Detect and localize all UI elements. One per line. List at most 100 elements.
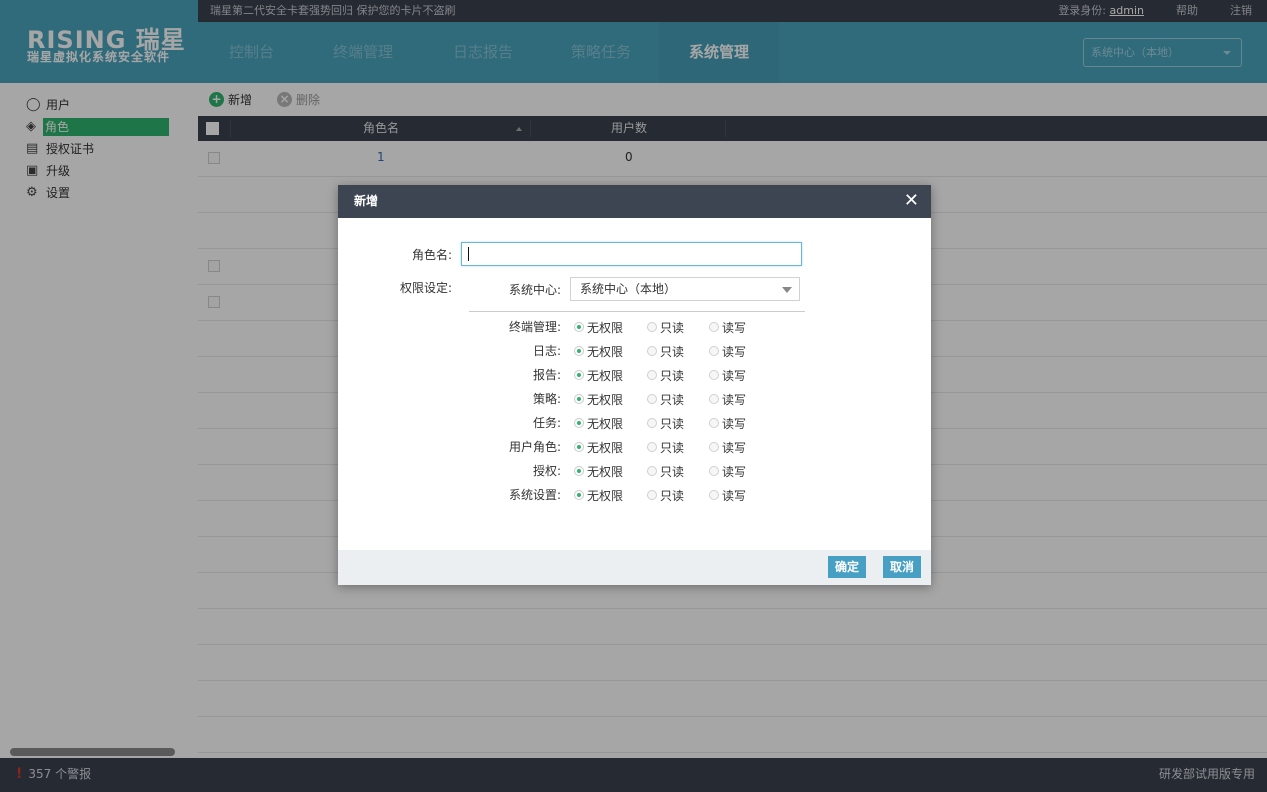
radio-label: 只读 [660, 392, 685, 407]
radio-label: 读写 [722, 320, 747, 335]
radio-label: 无权限 [587, 488, 624, 503]
dialog-footer: 确定 取消 [338, 550, 931, 585]
perm-row-system-settings: 系统设置: 无权限 只读 读写 [338, 486, 931, 504]
radio-label: 无权限 [587, 440, 624, 455]
radio-read[interactable]: 只读 [647, 319, 684, 335]
radio-dot [709, 442, 719, 452]
radio-dot [709, 418, 719, 428]
radio-readwrite[interactable]: 读写 [709, 319, 746, 335]
perm-row-report: 报告: 无权限 只读 读写 [338, 366, 931, 384]
radio-none[interactable]: 无权限 [574, 343, 623, 359]
radio-label: 读写 [722, 368, 747, 383]
radio-dot-checked [574, 370, 584, 380]
perm-label: 授权: [532, 464, 561, 478]
system-center-select[interactable]: 系统中心（本地） [570, 277, 800, 301]
radio-dot-checked [574, 490, 584, 500]
center-label: 系统中心: [508, 283, 561, 297]
perm-row-policy: 策略: 无权限 只读 读写 [338, 390, 931, 408]
radio-read[interactable]: 只读 [647, 487, 684, 503]
close-icon[interactable]: ✕ [904, 189, 919, 213]
dialog-header: 新增 ✕ [338, 185, 931, 218]
radio-dot [647, 394, 657, 404]
radio-dot [647, 370, 657, 380]
radio-dot [647, 418, 657, 428]
chevron-down-icon [782, 287, 792, 293]
radio-readwrite[interactable]: 读写 [709, 439, 746, 455]
radio-readwrite[interactable]: 读写 [709, 415, 746, 431]
radio-label: 读写 [722, 416, 747, 431]
perm-row-user-role: 用户角色: 无权限 只读 读写 [338, 438, 931, 456]
radio-label: 无权限 [587, 416, 624, 431]
divider [469, 311, 805, 312]
radio-dot [647, 490, 657, 500]
radio-label: 读写 [722, 392, 747, 407]
add-role-dialog: 新增 ✕ 角色名: 权限设定: 系统中心: 系统中心（本地） 终端管理: 无权限… [338, 185, 931, 585]
radio-none[interactable]: 无权限 [574, 319, 623, 335]
ok-button[interactable]: 确定 [828, 556, 867, 578]
radio-dot [709, 370, 719, 380]
perm-label: 报告: [532, 368, 561, 382]
radio-dot [647, 442, 657, 452]
radio-dot [709, 490, 719, 500]
system-center-select-value: 系统中心（本地） [580, 282, 677, 296]
radio-label: 读写 [722, 440, 747, 455]
perm-row-terminal: 终端管理: 无权限 只读 读写 [338, 318, 931, 336]
radio-dot [709, 466, 719, 476]
radio-read[interactable]: 只读 [647, 391, 684, 407]
radio-label: 只读 [660, 320, 685, 335]
radio-dot-checked [574, 322, 584, 332]
perm-label: 任务: [532, 416, 561, 430]
perm-row-log: 日志: 无权限 只读 读写 [338, 342, 931, 360]
radio-label: 无权限 [587, 464, 624, 479]
radio-none[interactable]: 无权限 [574, 391, 623, 407]
radio-label: 只读 [660, 344, 685, 359]
radio-dot-checked [574, 418, 584, 428]
radio-read[interactable]: 只读 [647, 439, 684, 455]
perm-label: 日志: [532, 344, 561, 358]
role-name-label: 角色名: [411, 248, 452, 262]
radio-dot [647, 346, 657, 356]
perm-label: 终端管理: [508, 320, 561, 334]
radio-read[interactable]: 只读 [647, 463, 684, 479]
radio-read[interactable]: 只读 [647, 367, 684, 383]
radio-dot [709, 322, 719, 332]
radio-label: 无权限 [587, 344, 624, 359]
radio-readwrite[interactable]: 读写 [709, 487, 746, 503]
radio-dot [647, 466, 657, 476]
perm-row-task: 任务: 无权限 只读 读写 [338, 414, 931, 432]
radio-readwrite[interactable]: 读写 [709, 391, 746, 407]
radio-label: 只读 [660, 368, 685, 383]
radio-label: 读写 [722, 344, 747, 359]
radio-dot [709, 394, 719, 404]
radio-dot-checked [574, 394, 584, 404]
radio-read[interactable]: 只读 [647, 415, 684, 431]
radio-none[interactable]: 无权限 [574, 415, 623, 431]
radio-label: 只读 [660, 488, 685, 503]
radio-readwrite[interactable]: 读写 [709, 463, 746, 479]
radio-dot-checked [574, 442, 584, 452]
radio-label: 无权限 [587, 320, 624, 335]
radio-readwrite[interactable]: 读写 [709, 343, 746, 359]
radio-label: 只读 [660, 440, 685, 455]
radio-dot-checked [574, 466, 584, 476]
radio-readwrite[interactable]: 读写 [709, 367, 746, 383]
radio-none[interactable]: 无权限 [574, 463, 623, 479]
radio-label: 读写 [722, 488, 747, 503]
radio-read[interactable]: 只读 [647, 343, 684, 359]
perm-label: 用户角色: [508, 440, 561, 454]
cancel-button[interactable]: 取消 [883, 556, 922, 578]
permission-label: 权限设定: [399, 281, 452, 295]
dialog-title: 新增 [354, 194, 379, 208]
radio-label: 无权限 [587, 392, 624, 407]
radio-none[interactable]: 无权限 [574, 367, 623, 383]
text-cursor [468, 247, 469, 261]
radio-label: 读写 [722, 464, 747, 479]
role-name-input[interactable] [461, 242, 802, 266]
radio-dot [647, 322, 657, 332]
radio-dot [709, 346, 719, 356]
radio-none[interactable]: 无权限 [574, 487, 623, 503]
radio-none[interactable]: 无权限 [574, 439, 623, 455]
radio-label: 无权限 [587, 368, 624, 383]
perm-label: 策略: [532, 392, 561, 406]
radio-label: 只读 [660, 416, 685, 431]
